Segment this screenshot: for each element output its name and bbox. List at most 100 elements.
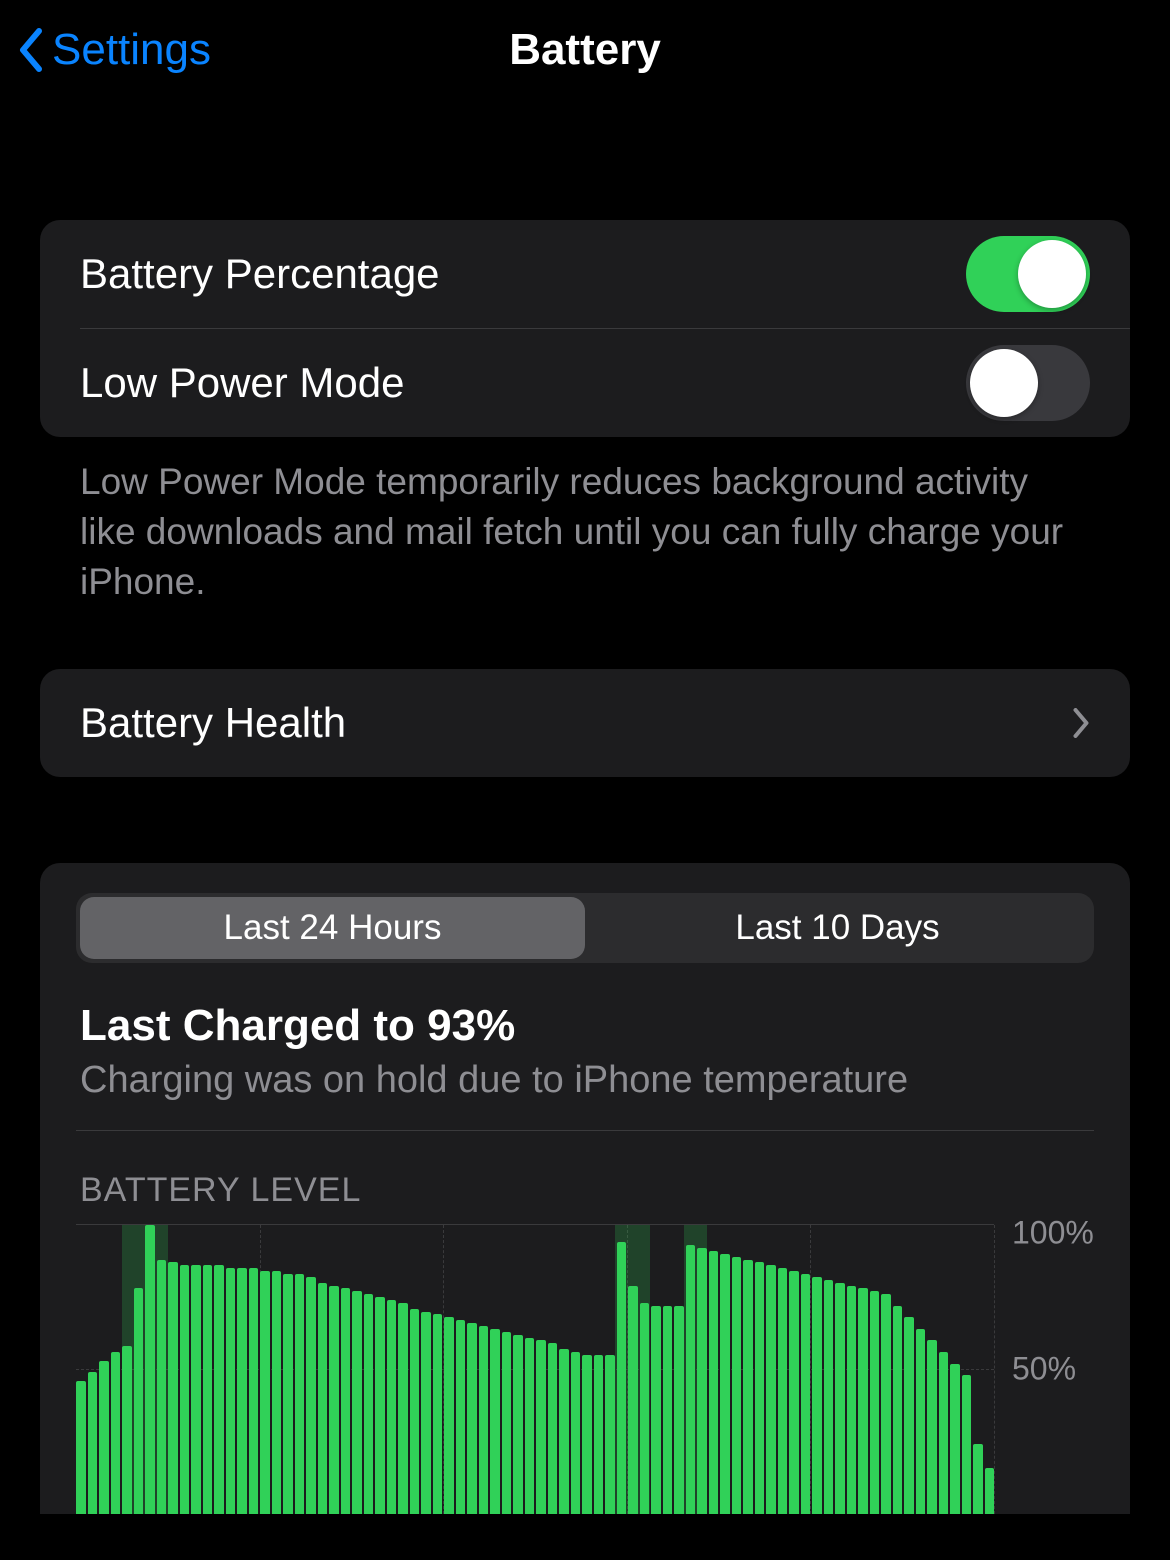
battery-level-bar (214, 1265, 224, 1514)
low-power-mode-footer: Low Power Mode temporarily reduces backg… (40, 437, 1130, 607)
battery-level-bar (927, 1340, 937, 1513)
battery-level-bar (467, 1323, 477, 1514)
battery-level-bar (260, 1271, 270, 1514)
last-charged-subtitle: Charging was on hold due to iPhone tempe… (80, 1051, 1090, 1102)
battery-percentage-label: Battery Percentage (80, 250, 440, 298)
battery-level-bar (582, 1355, 592, 1514)
battery-level-bar (755, 1262, 765, 1513)
battery-level-bar (203, 1265, 213, 1514)
battery-level-bar (950, 1364, 960, 1514)
battery-level-bar (237, 1268, 247, 1514)
battery-level-bar (686, 1245, 696, 1514)
battery-level-bar (743, 1260, 753, 1514)
battery-level-bar (111, 1352, 121, 1514)
battery-level-bar (513, 1335, 523, 1514)
battery-level-bar (525, 1338, 535, 1514)
battery-level-bar (410, 1309, 420, 1514)
battery-level-bar (548, 1343, 558, 1514)
battery-level-bar (973, 1444, 983, 1513)
battery-level-bar (283, 1274, 293, 1514)
battery-level-bar (364, 1294, 374, 1514)
battery-level-bar (559, 1349, 569, 1514)
battery-level-bar (226, 1268, 236, 1514)
battery-level-bar (720, 1254, 730, 1514)
battery-level-bar (122, 1346, 132, 1514)
battery-level-bar (168, 1262, 178, 1513)
battery-level-chart: 100% 50% (76, 1224, 1094, 1514)
battery-percentage-row: Battery Percentage (40, 220, 1130, 328)
low-power-mode-toggle[interactable] (966, 345, 1090, 421)
battery-level-bar (479, 1326, 489, 1514)
battery-level-bar (605, 1355, 615, 1514)
battery-level-bar (387, 1300, 397, 1514)
y-axis-100: 100% (1012, 1214, 1094, 1251)
battery-level-bar (88, 1372, 98, 1514)
tab-last-10-days[interactable]: Last 10 Days (585, 897, 1090, 959)
battery-level-bar (191, 1265, 201, 1514)
battery-level-bar (134, 1288, 144, 1513)
usage-group: Last 24 Hours Last 10 Days Last Charged … (40, 863, 1130, 1514)
toggles-group: Battery Percentage Low Power Mode (40, 220, 1130, 437)
low-power-mode-label: Low Power Mode (80, 359, 405, 407)
battery-level-bar (456, 1320, 466, 1514)
battery-level-bar (674, 1306, 684, 1514)
battery-level-bar (778, 1268, 788, 1514)
battery-level-bar (180, 1265, 190, 1514)
battery-level-bar (617, 1242, 627, 1514)
battery-level-bar (433, 1314, 443, 1513)
battery-level-bar (651, 1306, 661, 1514)
battery-level-bar (502, 1332, 512, 1514)
battery-level-bar (766, 1265, 776, 1514)
tab-last-24-hours[interactable]: Last 24 Hours (80, 897, 585, 959)
battery-level-bar (295, 1274, 305, 1514)
battery-level-bar (444, 1317, 454, 1514)
battery-level-bar (904, 1317, 914, 1514)
low-power-mode-row: Low Power Mode (40, 329, 1130, 437)
battery-level-bar (835, 1283, 845, 1514)
last-charged-title: Last Charged to 93% (80, 1001, 1090, 1051)
battery-level-bar (157, 1260, 167, 1514)
battery-level-bar (341, 1288, 351, 1513)
battery-level-bar (571, 1352, 581, 1514)
battery-level-bar (594, 1355, 604, 1514)
battery-level-bar (421, 1312, 431, 1514)
battery-level-bar (858, 1288, 868, 1513)
battery-level-bar (375, 1297, 385, 1514)
battery-level-bar (398, 1303, 408, 1514)
battery-health-row[interactable]: Battery Health (40, 669, 1130, 777)
chevron-left-icon (18, 28, 44, 72)
y-axis-50: 50% (1012, 1350, 1076, 1387)
battery-level-bar (329, 1286, 339, 1514)
back-button[interactable]: Settings (18, 25, 211, 75)
battery-percentage-toggle[interactable] (966, 236, 1090, 312)
battery-level-bar (318, 1283, 328, 1514)
battery-level-bar (847, 1286, 857, 1514)
battery-level-bar (916, 1329, 926, 1514)
battery-level-bar (893, 1306, 903, 1514)
battery-level-bar (985, 1468, 995, 1514)
battery-level-bar (812, 1277, 822, 1514)
battery-level-bar (962, 1375, 972, 1514)
battery-level-bar (536, 1340, 546, 1513)
battery-level-bar (732, 1257, 742, 1514)
back-label: Settings (52, 25, 211, 75)
battery-level-bar (76, 1381, 86, 1514)
battery-level-bar (306, 1277, 316, 1514)
battery-level-bar (789, 1271, 799, 1514)
battery-level-bar (99, 1361, 109, 1514)
battery-level-bar (490, 1329, 500, 1514)
battery-level-bar (640, 1303, 650, 1514)
battery-level-bar (145, 1225, 155, 1514)
chevron-right-icon (1072, 708, 1090, 738)
battery-level-bar (824, 1280, 834, 1514)
battery-level-bar (709, 1251, 719, 1514)
battery-level-bar (249, 1268, 259, 1514)
battery-level-bar (881, 1294, 891, 1514)
battery-level-bar (352, 1291, 362, 1514)
battery-health-label: Battery Health (80, 699, 346, 747)
battery-level-bar (801, 1274, 811, 1514)
battery-level-bar (870, 1291, 880, 1514)
battery-level-bar (697, 1248, 707, 1514)
battery-level-bar (272, 1271, 282, 1514)
time-range-segmented: Last 24 Hours Last 10 Days (76, 893, 1094, 963)
